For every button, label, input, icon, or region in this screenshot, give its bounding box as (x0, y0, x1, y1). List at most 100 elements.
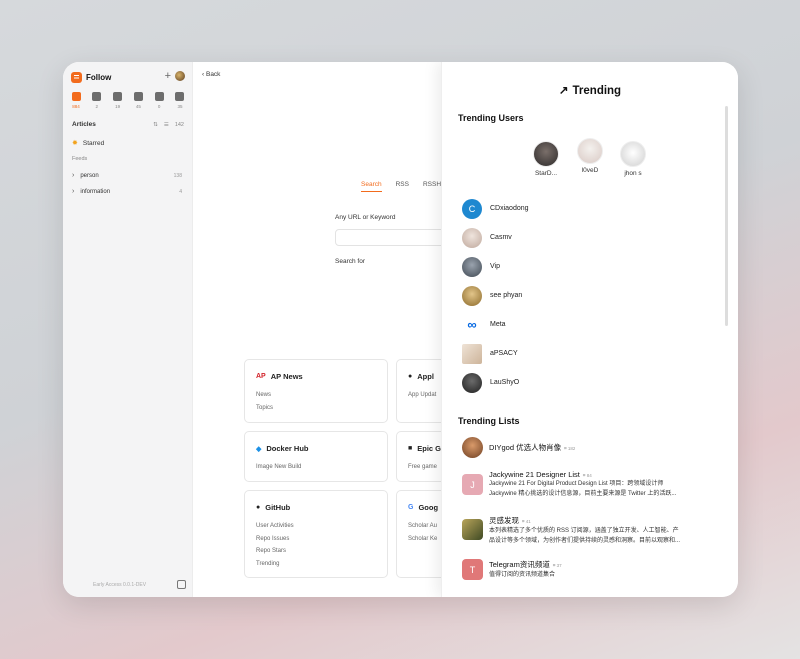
card-route[interactable]: App Updat (408, 389, 436, 402)
list-item[interactable]: 灵感发现 ⌗ 41 本列表精选了多个优质的 RSS 订阅源，涵盖了独立开发、人工智… (462, 515, 722, 546)
add-feed-icon[interactable]: + (165, 70, 171, 82)
twitter-icon (92, 92, 102, 101)
view-switcher: 884 2 19 45 0 35 (66, 92, 190, 109)
view-count: 45 (135, 104, 141, 109)
list-count: ⌗ 37 (552, 563, 562, 568)
sidebar: Follow + 884 2 19 45 0 35 Articles ⇅ ☰ 1… (63, 62, 193, 597)
top-user[interactable]: l0veD (570, 138, 610, 174)
card-route[interactable]: Free game (408, 461, 437, 474)
apple-icon: ● (408, 373, 413, 380)
list-description: 品设计等多个领域，为创作者们提供持续的灵感和洞察。目前以观察和... (489, 538, 681, 544)
user-row[interactable]: Casmv (462, 227, 512, 248)
view-count: 2 (95, 104, 99, 109)
list-item[interactable]: DIYgod 优选人物肖像 ⌗ 182 (462, 437, 722, 458)
section-title: Articles (72, 121, 96, 128)
google-icon: G (408, 504, 414, 511)
follow-logo-icon (71, 71, 82, 83)
avatar (462, 227, 482, 248)
top-user-name: l0veD (581, 167, 599, 174)
user-row[interactable]: aPSACY (462, 343, 518, 364)
list-title: DIYgod 优选人物肖像 (489, 443, 562, 452)
list-item[interactable]: J Jackywine 21 Designer List ⌗ 84 Jackywi… (462, 470, 722, 499)
feed-folder-label: information (80, 188, 111, 195)
card-github[interactable]: ● GitHub User Activities Repo Issues Repo… (244, 490, 388, 578)
trending-users-heading: Trending Users (458, 113, 524, 123)
list-title: Telegram资讯频道 (489, 560, 550, 569)
ap-news-icon: AP (256, 373, 266, 380)
avatar (533, 141, 559, 167)
top-user[interactable]: StarD... (526, 141, 566, 177)
tab-rsshub[interactable]: RSSH (423, 181, 441, 192)
list-title: 灵感发现 (489, 516, 519, 525)
avatar: T (462, 559, 483, 580)
card-route[interactable]: Topics (256, 402, 273, 415)
card-route[interactable]: Scholar Ke (408, 533, 437, 546)
section-header: Articles ⇅ ☰ 142 (72, 121, 184, 128)
list-icon[interactable]: ☰ (164, 122, 169, 128)
starred-label: Starred (82, 139, 105, 147)
chevron-right-icon: › (72, 172, 75, 179)
card-route[interactable]: News (256, 389, 273, 402)
avatar (462, 372, 482, 393)
view-social[interactable]: 2 (87, 92, 107, 109)
app-window: Follow + 884 2 19 45 0 35 Articles ⇅ ☰ 1… (63, 62, 738, 597)
card-route[interactable]: User Activities (256, 520, 294, 533)
starred-item[interactable]: ✸ Starred (72, 139, 105, 148)
user-row[interactable]: LauShyO (462, 372, 519, 393)
avatar: C (462, 198, 482, 219)
feed-folder-person[interactable]: › person 138 (72, 172, 182, 179)
view-articles[interactable]: 884 (66, 92, 86, 109)
tab-search[interactable]: Search (361, 181, 382, 192)
filter-icon[interactable]: ⇅ (153, 122, 158, 128)
feed-folder-information[interactable]: › information 4 (72, 188, 182, 195)
user-row[interactable]: C CDxiaodong (462, 198, 529, 219)
view-notifications[interactable]: 35 (170, 92, 190, 109)
video-icon (133, 92, 143, 101)
user-row[interactable]: Vip (462, 256, 500, 277)
avatar (462, 343, 482, 364)
card-route[interactable]: Trending (256, 558, 294, 571)
avatar (577, 138, 603, 164)
list-description: Jackywine 精心挑选的设计信息源，目前主要来源是 Twitter 上的活… (489, 491, 677, 497)
list-count: ⌗ 41 (522, 519, 531, 524)
card-route[interactable]: Scholar Au (408, 520, 437, 533)
view-pictures[interactable]: 19 (108, 92, 128, 109)
star-icon: ✸ (72, 140, 78, 147)
trending-lists-heading: Trending Lists (458, 416, 520, 426)
list-count: ⌗ 182 (564, 446, 576, 451)
avatar (620, 141, 646, 167)
trending-panel: ↗ Trending Trending Users StarD... l0veD … (441, 62, 738, 597)
sidebar-header: Follow + (71, 69, 185, 85)
card-route[interactable]: Image New Build (256, 461, 301, 474)
card-docker-hub[interactable]: ◆ Docker Hub Image New Build (244, 431, 388, 482)
view-count: 35 (177, 104, 183, 109)
back-label: Back (205, 71, 221, 78)
user-name: aPSACY (490, 350, 518, 357)
view-videos[interactable]: 45 (128, 92, 148, 109)
card-route[interactable]: Repo Stars (256, 545, 294, 558)
tab-rss[interactable]: RSS (396, 181, 409, 192)
image-icon (113, 92, 123, 101)
card-ap-news[interactable]: AP AP News News Topics (244, 359, 388, 423)
view-audio[interactable]: 0 (149, 92, 169, 109)
notification-icon (175, 92, 185, 101)
view-count: 19 (115, 104, 121, 109)
user-name: Casmv (490, 234, 512, 241)
user-name: Vip (490, 263, 500, 270)
top-user[interactable]: jhon s (613, 141, 653, 177)
list-description: 本列表精选了多个优质的 RSS 订阅源，涵盖了独立开发、人工智能、产 (489, 528, 679, 534)
list-item[interactable]: T Telegram资讯频道 ⌗ 37 值得订阅的资讯频道集合 (462, 559, 722, 580)
avatar (462, 437, 483, 458)
list-title: Jackywine 21 Designer List (489, 470, 580, 479)
user-row[interactable]: ∞ Meta (462, 314, 506, 335)
avatar: J (462, 474, 483, 495)
feed-folder-label: person (80, 172, 99, 179)
user-row[interactable]: see phyan (462, 285, 522, 306)
download-icon[interactable] (177, 580, 186, 589)
user-name: see phyan (490, 292, 523, 299)
back-button[interactable]: ‹ Back (202, 71, 220, 78)
card-route[interactable]: Repo Issues (256, 533, 294, 546)
user-avatar[interactable] (175, 71, 185, 81)
scrollbar[interactable] (725, 106, 728, 326)
panel-title: ↗ Trending (442, 83, 738, 97)
